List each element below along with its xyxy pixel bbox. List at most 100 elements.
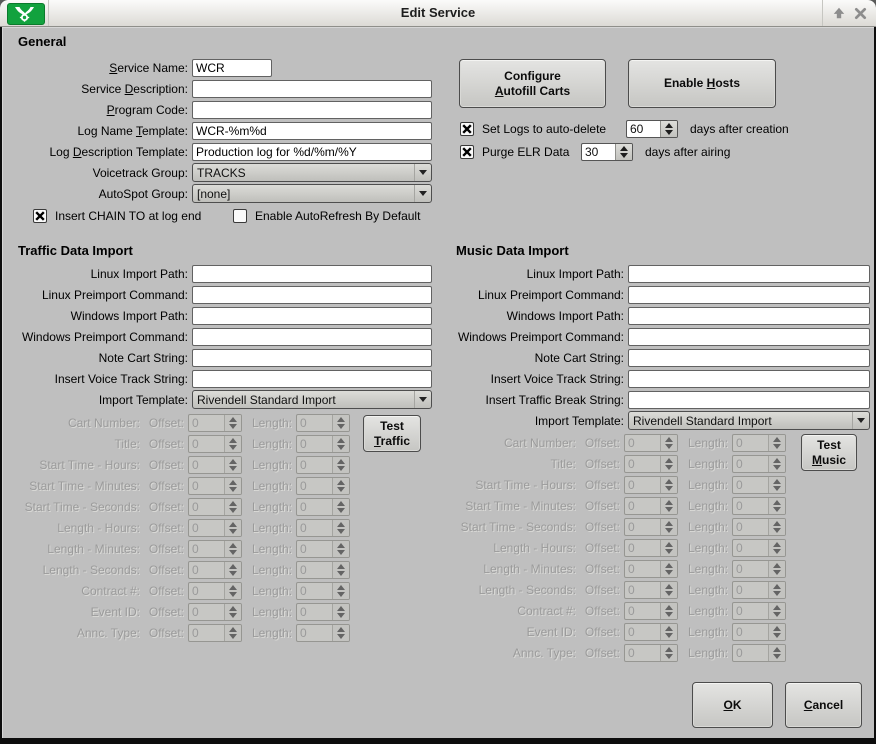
ok-button[interactable]: OK bbox=[692, 682, 773, 728]
autospot-group-row: AutoSpot Group:[none] bbox=[2, 183, 442, 204]
service-description[interactable] bbox=[192, 80, 432, 98]
traffic-start-time-seconds-offset-label: Offset: bbox=[144, 500, 184, 514]
music-linux-preimport-command-row: Linux Preimport Command: bbox=[438, 284, 876, 305]
auto-delete-days-spinbox[interactable]: 60 bbox=[626, 120, 678, 138]
spin-up-icon bbox=[229, 438, 237, 443]
music-length-seconds-offset-spinbox-value: 0 bbox=[625, 582, 660, 598]
music-annc-type-offset-spinbox-value: 0 bbox=[625, 645, 660, 661]
spin-down-icon bbox=[665, 654, 673, 659]
traffic-length-hours-length-spinbox-value: 0 bbox=[297, 520, 332, 536]
traffic-windows-preimport-command[interactable] bbox=[192, 328, 432, 346]
purge-elr-days-spinbox[interactable]: 30 bbox=[581, 143, 633, 161]
log-description-template[interactable] bbox=[192, 143, 432, 161]
spinner-arrows-icon[interactable] bbox=[660, 121, 677, 137]
insert-chain-to-checkbox[interactable] bbox=[33, 209, 47, 223]
traffic-length-minutes-offset-spinbox-value: 0 bbox=[189, 541, 224, 557]
log-name-template[interactable] bbox=[192, 122, 432, 140]
traffic-title-length-label: Length: bbox=[252, 437, 292, 451]
program-code[interactable] bbox=[192, 101, 432, 119]
traffic-windows-import-path[interactable] bbox=[192, 307, 432, 325]
enable-autorefresh-checkbox[interactable] bbox=[233, 209, 247, 223]
spin-down-icon bbox=[773, 507, 781, 512]
general-fields: Service Name:Service Description:Program… bbox=[2, 57, 442, 204]
music-contract-length-label: Length: bbox=[688, 604, 728, 618]
traffic-contract-label: Contract #: bbox=[2, 584, 140, 598]
close-button[interactable] bbox=[852, 5, 869, 21]
spin-up-icon bbox=[337, 522, 345, 527]
music-windows-preimport-command[interactable] bbox=[628, 328, 870, 346]
traffic-title-label: Title: bbox=[2, 437, 140, 451]
shade-button[interactable] bbox=[830, 5, 847, 21]
music-insert-voice-track-string[interactable] bbox=[628, 370, 870, 388]
spin-up-icon bbox=[229, 564, 237, 569]
music-import-template-label: Import Template: bbox=[438, 414, 628, 428]
music-start-time-hours-length-label: Length: bbox=[688, 478, 728, 492]
music-title-offset-spinbox-value: 0 bbox=[625, 456, 660, 472]
music-insert-traffic-break-string[interactable] bbox=[628, 391, 870, 409]
music-title-offset-spinbox: 0 bbox=[624, 455, 678, 473]
log-name-template-label: Log Name Template: bbox=[2, 124, 192, 138]
button-label: Music bbox=[812, 453, 846, 468]
service-name[interactable] bbox=[192, 59, 272, 77]
spinner-arrows-icon bbox=[660, 624, 677, 640]
music-linux-import-path[interactable] bbox=[628, 265, 870, 283]
spinner-arrows-icon bbox=[768, 456, 785, 472]
traffic-cart-number-label: Cart Number: bbox=[2, 416, 140, 430]
voicetrack-group-value: TRACKS bbox=[193, 166, 414, 180]
music-contract-offset-spinbox-value: 0 bbox=[625, 603, 660, 619]
spin-up-icon[interactable] bbox=[620, 146, 628, 151]
log-description-template-label: Log Description Template: bbox=[2, 145, 192, 159]
titlebar[interactable]: Edit Service bbox=[0, 0, 876, 27]
music-windows-import-path[interactable] bbox=[628, 307, 870, 325]
traffic-linux-import-path[interactable] bbox=[192, 265, 432, 283]
music-event-id-length-label: Length: bbox=[688, 625, 728, 639]
traffic-linux-preimport-command[interactable] bbox=[192, 286, 432, 304]
music-linux-preimport-command[interactable] bbox=[628, 286, 870, 304]
traffic-note-cart-string[interactable] bbox=[192, 349, 432, 367]
spin-up-icon[interactable] bbox=[665, 123, 673, 128]
spin-down-icon bbox=[229, 466, 237, 471]
spinner-arrows-icon bbox=[660, 435, 677, 451]
traffic-cart-number-length-spinbox-value: 0 bbox=[297, 415, 332, 431]
traffic-start-time-hours-row: Start Time - Hours:Offset:0Length:0 bbox=[2, 454, 442, 475]
traffic-contract-length-label: Length: bbox=[252, 584, 292, 598]
traffic-length-seconds-label: Length - Seconds: bbox=[2, 563, 140, 577]
spinner-arrows-icon bbox=[332, 604, 349, 620]
spinner-arrows-icon bbox=[224, 625, 241, 641]
autospot-group[interactable]: [none] bbox=[192, 184, 432, 203]
spin-down-icon[interactable] bbox=[620, 153, 628, 158]
traffic-insert-voice-track-string[interactable] bbox=[192, 370, 432, 388]
traffic-import-template[interactable]: Rivendell Standard Import bbox=[192, 390, 432, 409]
traffic-title-length-spinbox-value: 0 bbox=[297, 436, 332, 452]
test-traffic-button[interactable]: TestTraffic bbox=[363, 415, 421, 452]
traffic-note-cart-string-row: Note Cart String: bbox=[2, 347, 442, 368]
spinner-arrows-icon[interactable] bbox=[615, 144, 632, 160]
traffic-length-hours-label: Length - Hours: bbox=[2, 521, 140, 535]
traffic-event-id-label: Event ID: bbox=[2, 605, 140, 619]
configure-autofill-carts-button[interactable]: ConfigureAutofill Carts bbox=[459, 59, 606, 108]
music-event-id-offset-spinbox: 0 bbox=[624, 623, 678, 641]
spinner-arrows-icon bbox=[660, 582, 677, 598]
spinner-arrows-icon bbox=[660, 561, 677, 577]
purge-elr-suffix: days after airing bbox=[645, 145, 730, 159]
music-import-template[interactable]: Rivendell Standard Import bbox=[628, 411, 870, 430]
spin-down-icon bbox=[229, 424, 237, 429]
traffic-windows-import-path-row: Windows Import Path: bbox=[2, 305, 442, 326]
purge-elr-checkbox[interactable] bbox=[460, 145, 474, 159]
voicetrack-group-label: Voicetrack Group: bbox=[2, 166, 192, 180]
music-start-time-hours-offset-label: Offset: bbox=[580, 478, 620, 492]
traffic-start-time-seconds-length-spinbox-value: 0 bbox=[297, 499, 332, 515]
music-windows-preimport-command-row: Windows Preimport Command: bbox=[438, 326, 876, 347]
music-note-cart-string[interactable] bbox=[628, 349, 870, 367]
enable-hosts-button[interactable]: Enable Hosts bbox=[628, 59, 776, 108]
traffic-start-time-hours-label: Start Time - Hours: bbox=[2, 458, 140, 472]
auto-delete-checkbox[interactable] bbox=[460, 122, 474, 136]
spin-down-icon bbox=[337, 424, 345, 429]
cancel-button[interactable]: Cancel bbox=[785, 682, 862, 728]
spin-up-icon bbox=[773, 500, 781, 505]
music-note-cart-string-row: Note Cart String: bbox=[438, 347, 876, 368]
voicetrack-group[interactable]: TRACKS bbox=[192, 163, 432, 182]
test-music-button[interactable]: TestMusic bbox=[801, 434, 857, 471]
spin-up-icon bbox=[229, 522, 237, 527]
spin-down-icon[interactable] bbox=[665, 130, 673, 135]
